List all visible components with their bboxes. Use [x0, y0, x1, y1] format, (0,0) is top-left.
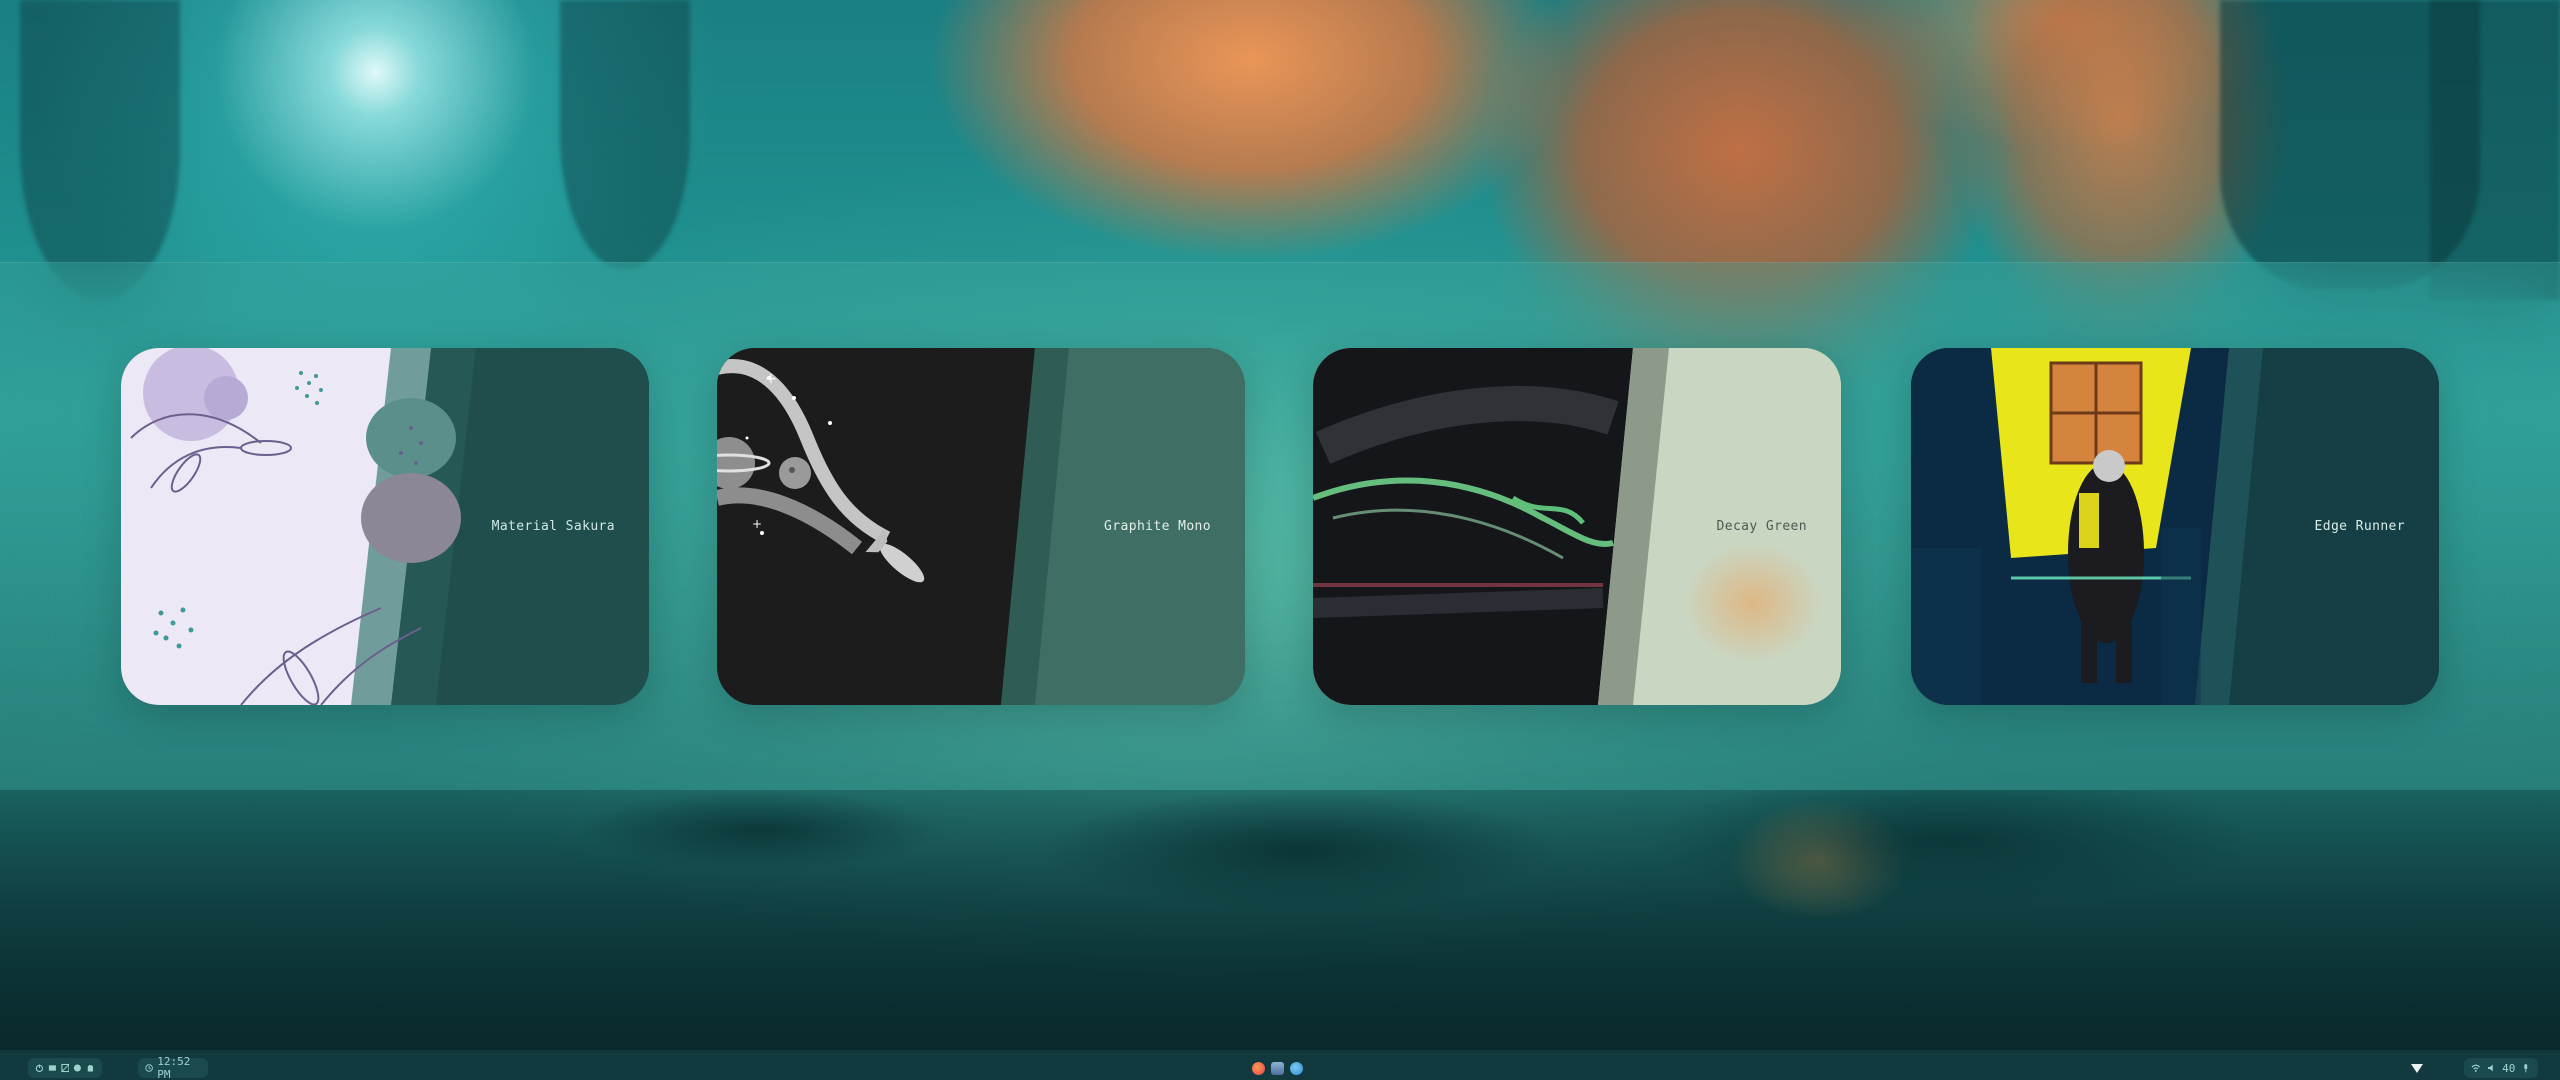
files-icon[interactable] [1270, 1061, 1284, 1075]
mic-icon[interactable] [2521, 1063, 2531, 1073]
palette-icon[interactable] [73, 1063, 82, 1073]
notification-icon[interactable] [2410, 1062, 2424, 1074]
theme-card-graphite-mono[interactable]: + + Graphite Mono [717, 348, 1245, 705]
power-icon[interactable] [35, 1063, 44, 1073]
theme-card-material-sakura[interactable]: Material Sakura [121, 348, 649, 705]
wifi-icon[interactable] [2471, 1063, 2481, 1073]
clock-icon [145, 1064, 153, 1072]
volume-icon[interactable] [2487, 1063, 2497, 1073]
telegram-icon[interactable] [1289, 1061, 1303, 1075]
clock-time: 12:52 PM [157, 1055, 191, 1080]
terminal-icon[interactable] [48, 1063, 57, 1073]
ghost-icon[interactable] [86, 1063, 95, 1073]
window-icon[interactable] [60, 1063, 70, 1073]
desktop: Material Sakura + + Graphite Mono Decay … [0, 0, 2560, 1080]
system-tray[interactable]: 40 [2464, 1058, 2538, 1078]
firefox-icon[interactable] [1251, 1061, 1265, 1075]
svg-text:+: + [765, 371, 777, 387]
theme-card-label: Edge Runner [2314, 519, 2405, 534]
theme-card-edge-runner[interactable]: Edge Runner [1911, 348, 2439, 705]
theme-card-label: Graphite Mono [1104, 519, 1211, 534]
theme-card-label: Decay Green [1716, 519, 1807, 534]
svg-text:+: + [752, 517, 762, 531]
volume-level: 40 [2502, 1061, 2516, 1075]
taskbar: 12:52 PM 40 [0, 1054, 2560, 1080]
clock-widget[interactable]: 12:52 PM [138, 1055, 208, 1080]
workspace-indicator[interactable] [28, 1058, 102, 1078]
app-dock [1242, 1058, 1312, 1078]
theme-card-decay-green[interactable]: Decay Green [1313, 348, 1841, 705]
theme-card-label: Material Sakura [491, 519, 615, 534]
